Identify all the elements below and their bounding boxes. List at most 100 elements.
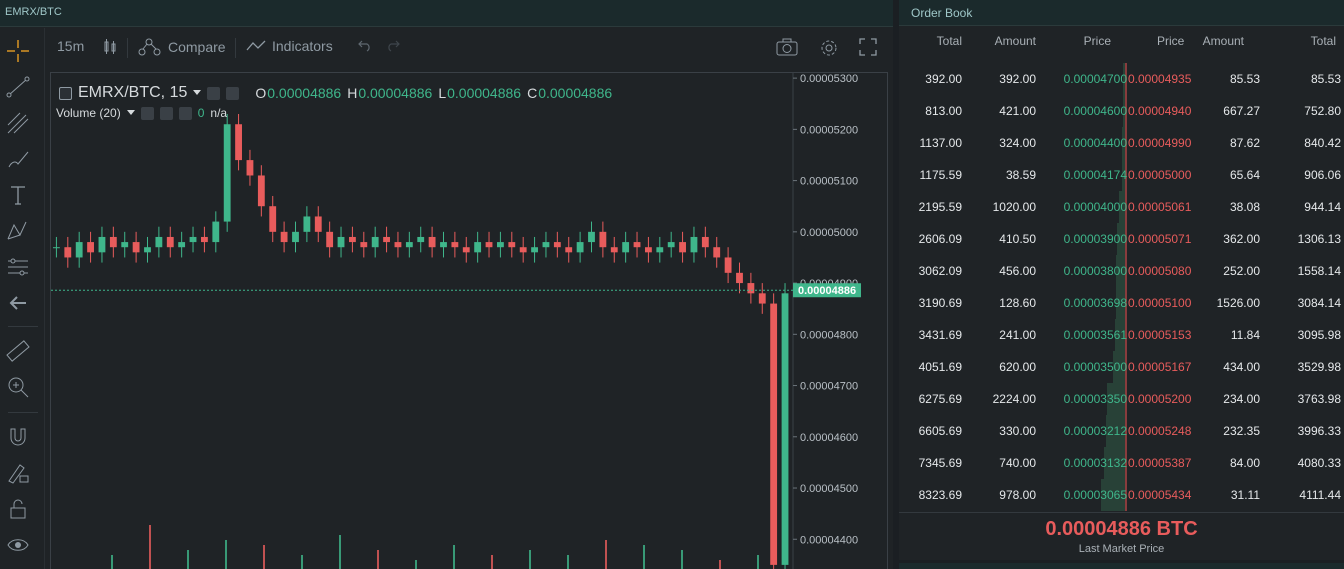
order-book-row[interactable]: 6275.69 2224.00 0.00003350 0.00005200 234.00… — [899, 383, 1344, 415]
crosshair-tool[interactable] — [5, 38, 31, 64]
sell-amount: 362.00 — [1223, 232, 1260, 246]
sell-price: 0.00004990 — [1128, 136, 1192, 150]
zoom-tool[interactable] — [5, 374, 31, 400]
legend-symbol[interactable]: EMRX/BTC, 15 — [78, 84, 187, 102]
order-book-row[interactable]: 3190.69 128.60 0.00003698 0.00005100 1526.00… — [899, 287, 1344, 319]
candle — [667, 242, 675, 248]
volume-bar — [643, 545, 645, 569]
hide-panel-tool[interactable] — [5, 290, 31, 316]
candle — [462, 247, 470, 253]
buy-price: 0.00003900 — [1063, 232, 1127, 246]
brush-tool[interactable] — [5, 146, 31, 172]
unlock-tool[interactable] — [5, 496, 31, 522]
pattern-tool[interactable] — [5, 218, 31, 244]
trend-line-tool[interactable] — [5, 74, 31, 100]
candle — [189, 236, 197, 243]
close-icon[interactable] — [178, 106, 192, 120]
pitchfork-tool[interactable] — [5, 110, 31, 136]
price-chart[interactable]: 0.00005300 0.00005200 0.00005100 0.00005000… — [51, 73, 889, 569]
sell-amount: 1526.00 — [1216, 296, 1260, 310]
bars-style-button[interactable] — [102, 38, 118, 56]
order-book-row[interactable]: 4051.69 620.00 0.00003500 0.00005167 434.00 3… — [899, 351, 1344, 383]
chevron-down-icon[interactable] — [193, 90, 202, 96]
candle — [246, 160, 254, 176]
sell-price: 0.00005387 — [1128, 456, 1192, 470]
compare-button[interactable]: Compare — [138, 38, 226, 56]
indicator-settings-icon[interactable] — [159, 106, 173, 120]
brush-icon — [8, 151, 29, 168]
open-label: O — [255, 85, 267, 101]
eye-toggle-icon[interactable] — [207, 86, 221, 100]
fullscreen-button[interactable] — [859, 38, 877, 56]
chart-titlebar: EMRX/BTC — [0, 0, 893, 27]
order-book-row[interactable]: 8323.69 978.00 0.00003065 0.00005434 31.11 41… — [899, 479, 1344, 511]
candle — [622, 242, 630, 253]
lock-drawings-tool[interactable] — [5, 460, 31, 486]
tool-divider — [8, 412, 38, 413]
order-book-row[interactable]: 3062.09 456.00 0.00003800 0.00005080 252.00 1… — [899, 255, 1344, 287]
buy-amount: 620.00 — [999, 360, 1036, 374]
order-book-title: Order Book — [911, 6, 973, 20]
undo-button[interactable] — [357, 38, 373, 52]
volume-bar — [567, 555, 569, 569]
chevron-down-icon[interactable] — [126, 110, 135, 116]
candle — [701, 236, 709, 248]
visibility-tool[interactable] — [5, 532, 31, 558]
pitchfork-icon — [7, 112, 29, 134]
sell-total: 3084.14 — [1297, 296, 1341, 310]
screenshot-button[interactable] — [776, 38, 798, 56]
buy-amount: 410.50 — [999, 232, 1036, 246]
candle — [599, 231, 607, 248]
ohlc-legend: EMRX/BTC, 15 O 0.00004886 H 0.00004886 L 0.… — [59, 84, 612, 102]
volume-na: n/a — [210, 106, 228, 120]
buy-price: 0.00004700 — [1063, 72, 1127, 86]
candle — [394, 242, 402, 248]
trend-line-icon — [6, 76, 30, 98]
candle — [747, 283, 755, 294]
ruler-tool[interactable] — [5, 338, 31, 364]
candle — [132, 242, 140, 253]
order-book-row[interactable]: 6605.69 330.00 0.00003212 0.00005248 232.35 3… — [899, 415, 1344, 447]
candle — [679, 242, 686, 253]
order-book-row[interactable]: 2195.59 1020.00 0.00004000 0.00005061 38.08 9… — [899, 191, 1344, 223]
sell-total: 4111.44 — [1299, 488, 1341, 502]
order-book-row[interactable]: 813.00 421.00 0.00004600 0.00004940 667.27 75… — [899, 95, 1344, 127]
measure-tool[interactable] — [5, 254, 31, 280]
candle — [269, 206, 277, 232]
settings-button[interactable] — [819, 38, 839, 58]
order-book-row[interactable]: 1137.00 324.00 0.00004400 0.00004990 87.62 84… — [899, 127, 1344, 159]
order-book-row[interactable]: 7345.69 740.00 0.00003132 0.00005387 84.00 40… — [899, 447, 1344, 479]
candle — [736, 272, 743, 284]
order-book-row[interactable]: 3431.69 241.00 0.00003561 0.00005153 11.84 30… — [899, 319, 1344, 351]
buy-amount: 128.60 — [999, 296, 1036, 310]
drawing-toolbar — [0, 28, 45, 569]
candle — [349, 236, 356, 243]
volume-label[interactable]: Volume (20) — [56, 106, 121, 120]
candle — [212, 221, 220, 243]
order-book-row[interactable]: 2606.09 410.50 0.00003900 0.00005071 362.00 1… — [899, 223, 1344, 255]
text-tool[interactable] — [5, 182, 31, 208]
order-book-row[interactable]: 392.00 392.00 0.00004700 0.00004935 85.53 85.… — [899, 63, 1344, 95]
order-book-row[interactable]: 1175.59 38.59 0.00004174 0.00005000 65.64 906… — [899, 159, 1344, 191]
volume-bar — [605, 540, 607, 569]
measure-icon — [8, 258, 28, 276]
chart-area[interactable]: 0.00005300 0.00005200 0.00005100 0.00005000… — [50, 72, 888, 569]
indicators-button[interactable]: Indicators — [246, 38, 333, 54]
volume-bar — [263, 545, 265, 569]
candle — [724, 257, 732, 273]
close-label: C — [527, 85, 538, 101]
candle — [531, 247, 538, 253]
buy-price: 0.00004600 — [1063, 104, 1127, 118]
candle — [497, 242, 504, 248]
buy-price: 0.00003561 — [1063, 328, 1127, 342]
candle — [326, 231, 334, 248]
candle — [292, 231, 299, 243]
sell-amount: 11.84 — [1230, 328, 1260, 342]
series-settings-icon[interactable] — [226, 86, 240, 100]
eye-toggle-icon[interactable] — [140, 106, 154, 120]
collapse-icon[interactable] — [59, 86, 72, 100]
sell-total: 3095.98 — [1297, 328, 1341, 342]
magnet-tool[interactable] — [5, 424, 31, 450]
redo-button[interactable] — [385, 38, 401, 52]
interval-selector[interactable]: 15m — [57, 38, 84, 54]
